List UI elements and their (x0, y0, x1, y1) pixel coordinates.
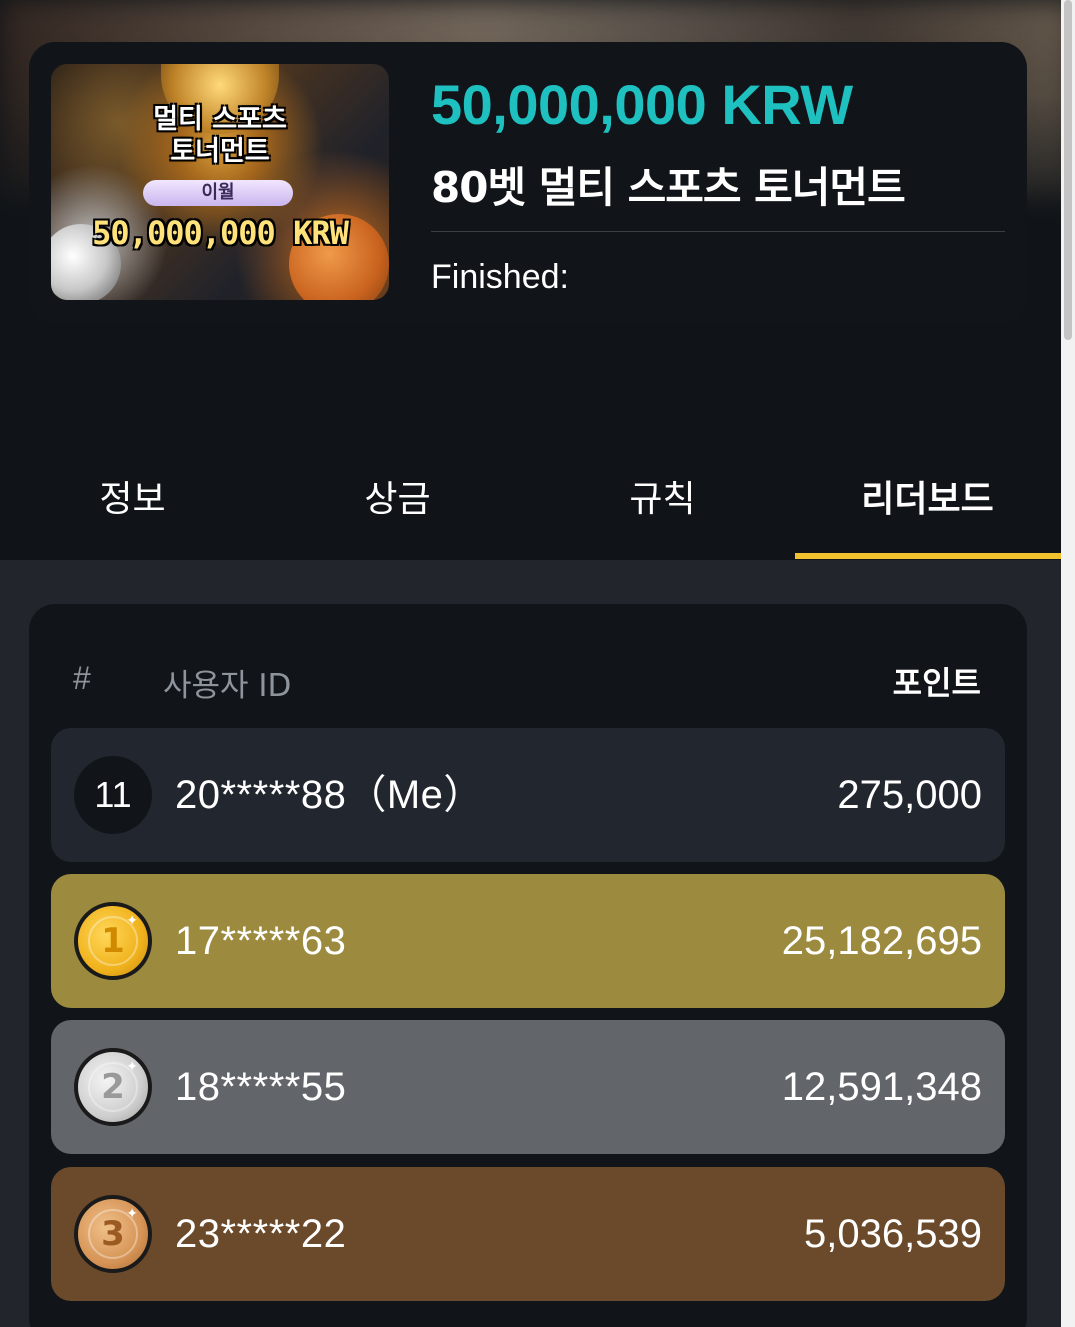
thumbnail-rollover-badge: 이월 (143, 180, 293, 206)
scrollbar-thumb[interactable] (1064, 0, 1072, 340)
leaderboard-row: 2 ✦ 18*****55 12,591,348 (51, 1020, 1005, 1154)
sparkle-icon: ✦ (126, 1206, 138, 1222)
sparkle-icon: ✦ (126, 1059, 138, 1075)
user-id: 17*****63 (175, 919, 347, 963)
tournament-name: 80벳 멀티 스포츠 토너먼트 (431, 163, 906, 212)
points: 5,036,539 (804, 1212, 982, 1256)
prize-amount: 50,000,000 KRW (431, 73, 853, 136)
tournament-status: Finished: (431, 258, 569, 296)
header-points: 포인트 (892, 664, 981, 702)
leaderboard-row: 3 ✦ 23*****22 5,036,539 (51, 1167, 1005, 1301)
bronze-medal-icon: 3 ✦ (74, 1195, 152, 1273)
user-id: 18*****55 (175, 1065, 347, 1109)
points: 12,591,348 (781, 1065, 982, 1109)
user-id: 20*****88（Me） (175, 773, 484, 817)
points: 275,000 (837, 773, 982, 817)
header-user-id: 사용자 ID (163, 668, 292, 704)
rank-badge: 11 (74, 756, 152, 834)
scrollbar[interactable] (1061, 0, 1075, 1327)
tab-prizes[interactable]: 상금 (265, 470, 530, 530)
tab-bar: 정보 상금 규칙 리더보드 (0, 440, 1061, 560)
thumbnail-title: 멀티 스포츠 토너먼트 (153, 104, 287, 167)
sparkle-icon: ✦ (126, 913, 138, 929)
user-id: 23*****22 (175, 1212, 347, 1256)
divider (431, 231, 1005, 232)
thumbnail-amount: 50,000,000 KRW (92, 214, 349, 252)
tournament-thumbnail: 멀티 스포츠 토너먼트 이월 50,000,000 KRW (51, 64, 389, 300)
tournament-card: 멀티 스포츠 토너먼트 이월 50,000,000 KRW 50,000,000… (29, 42, 1027, 324)
active-tab-indicator (795, 553, 1061, 559)
gold-medal-icon: 1 ✦ (74, 902, 152, 980)
tab-leaderboard[interactable]: 리더보드 (795, 470, 1060, 530)
leaderboard-row: 1 ✦ 17*****63 25,182,695 (51, 874, 1005, 1008)
leaderboard-row-me: 11 20*****88（Me） 275,000 (51, 728, 1005, 862)
leaderboard-card: # 사용자 ID 포인트 11 20*****88（Me） 275,000 1 … (29, 604, 1027, 1327)
tab-info[interactable]: 정보 (0, 470, 265, 530)
points: 25,182,695 (781, 919, 982, 963)
header-rank: # (73, 660, 91, 696)
tab-rules[interactable]: 규칙 (530, 470, 795, 530)
silver-medal-icon: 2 ✦ (74, 1048, 152, 1126)
